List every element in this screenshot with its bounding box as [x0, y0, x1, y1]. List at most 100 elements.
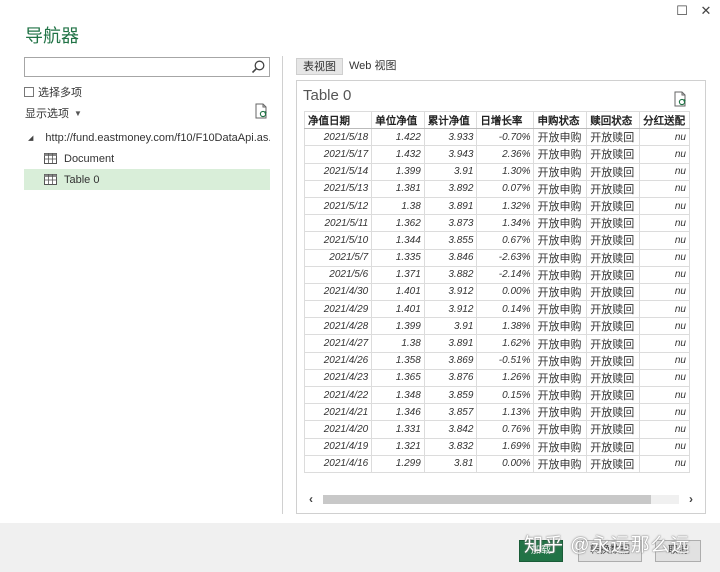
table-cell[interactable]: 开放赎回 — [586, 454, 641, 473]
table-cell[interactable]: 2021/5/13 — [304, 179, 373, 198]
column-header[interactable]: 日增长率 — [476, 111, 535, 130]
table-cell[interactable]: 1.399 — [371, 162, 425, 181]
table-cell[interactable]: 开放申购 — [533, 145, 588, 164]
table-cell[interactable]: 1.32% — [476, 196, 535, 216]
table-cell[interactable]: 3.855 — [423, 231, 478, 250]
table-cell[interactable]: 开放申购 — [533, 300, 588, 319]
table-cell[interactable]: nu — [639, 162, 690, 181]
table-cell[interactable]: -2.14% — [476, 265, 535, 284]
column-header[interactable]: 净值日期 — [304, 111, 373, 130]
table-cell[interactable]: 2021/5/12 — [304, 196, 373, 216]
table-cell[interactable]: 开放赎回 — [586, 282, 641, 302]
column-header[interactable]: 单位净值 — [371, 111, 425, 130]
table-cell[interactable]: 1.422 — [371, 128, 425, 147]
table-cell[interactable]: 1.401 — [371, 282, 425, 302]
table-cell[interactable]: nu — [639, 179, 690, 198]
table-cell[interactable]: 开放赎回 — [586, 334, 641, 353]
scroll-left-icon[interactable]: ‹ — [303, 492, 319, 506]
table-cell[interactable]: 开放赎回 — [586, 403, 641, 422]
table-cell[interactable]: 2021/5/10 — [304, 231, 373, 250]
table-cell[interactable]: 3.857 — [423, 403, 478, 422]
table-cell[interactable]: 2021/4/27 — [304, 334, 373, 353]
display-options-dropdown[interactable]: 显示选项 ▼ — [25, 105, 82, 121]
column-header[interactable]: 累计净值 — [423, 111, 478, 130]
table-cell[interactable]: 1.62% — [476, 334, 535, 353]
maximize-button[interactable]: ☐ — [673, 3, 691, 19]
table-cell[interactable]: 3.832 — [423, 437, 478, 456]
table-cell[interactable]: 3.869 — [423, 351, 478, 370]
table-cell[interactable]: 开放赎回 — [586, 145, 641, 164]
table-cell[interactable]: 3.91 — [423, 162, 478, 181]
table-cell[interactable]: 1.401 — [371, 300, 425, 319]
table-row[interactable]: 2021/5/6 1.371 3.882 -2.14% 开放申购 开放赎回 nu — [304, 265, 690, 284]
table-row[interactable]: 2021/5/7 1.335 3.846 -2.63% 开放申购 开放赎回 nu — [304, 248, 690, 267]
table-cell[interactable]: 1.321 — [371, 437, 425, 456]
table-cell[interactable]: 2021/4/20 — [304, 420, 373, 439]
table-cell[interactable]: 0.14% — [476, 300, 535, 319]
table-cell[interactable]: 1.362 — [371, 214, 425, 233]
table-cell[interactable]: 1.399 — [371, 317, 425, 336]
table-row[interactable]: 2021/5/17 1.432 3.943 2.36% 开放申购 开放赎回 nu — [304, 145, 690, 164]
table-row[interactable]: 2021/4/28 1.399 3.91 1.38% 开放申购 开放赎回 nu — [304, 317, 690, 336]
table-cell[interactable]: -2.63% — [476, 248, 535, 267]
table-row[interactable]: 2021/5/11 1.362 3.873 1.34% 开放申购 开放赎回 nu — [304, 214, 690, 233]
table-cell[interactable]: 3.912 — [423, 282, 478, 302]
table-cell[interactable]: 1.358 — [371, 351, 425, 370]
table-cell[interactable]: nu — [639, 334, 690, 353]
table-cell[interactable]: 2.36% — [476, 145, 535, 164]
table-cell[interactable]: 3.943 — [423, 145, 478, 164]
table-cell[interactable]: 1.365 — [371, 368, 425, 388]
tab-web-view[interactable]: Web 视图 — [343, 58, 402, 75]
table-cell[interactable]: 开放申购 — [533, 214, 588, 233]
table-cell[interactable]: 3.81 — [423, 454, 478, 473]
table-row[interactable]: 2021/4/27 1.38 3.891 1.62% 开放申购 开放赎回 nu — [304, 334, 690, 353]
tree-root-source[interactable]: ◢ http://fund.eastmoney.com/f10/F10DataA… — [24, 127, 270, 148]
table-cell[interactable]: 开放赎回 — [586, 300, 641, 319]
table-cell[interactable]: 开放赎回 — [586, 214, 641, 233]
scroll-track[interactable] — [323, 494, 679, 504]
table-cell[interactable]: 1.26% — [476, 368, 535, 388]
table-cell[interactable]: 开放申购 — [533, 231, 588, 250]
close-button[interactable]: ✕ — [697, 3, 715, 19]
table-cell[interactable]: 2021/5/17 — [304, 145, 373, 164]
table-cell[interactable]: 开放申购 — [533, 162, 588, 181]
table-cell[interactable]: nu — [639, 196, 690, 216]
table-cell[interactable]: 0.15% — [476, 385, 535, 405]
table-cell[interactable]: nu — [639, 265, 690, 284]
table-cell[interactable]: 开放赎回 — [586, 385, 641, 405]
table-cell[interactable]: 开放赎回 — [586, 196, 641, 216]
table-cell[interactable]: nu — [639, 300, 690, 319]
table-cell[interactable]: 1.335 — [371, 248, 425, 267]
table-cell[interactable]: 开放赎回 — [586, 317, 641, 336]
table-cell[interactable]: 开放申购 — [533, 128, 588, 147]
table-cell[interactable]: 2021/4/29 — [304, 300, 373, 319]
table-row[interactable]: 2021/5/18 1.422 3.933 -0.70% 开放申购 开放赎回 nu — [304, 128, 690, 147]
table-cell[interactable]: nu — [639, 317, 690, 336]
table-row[interactable]: 2021/5/14 1.399 3.91 1.30% 开放申购 开放赎回 nu — [304, 162, 690, 181]
table-cell[interactable]: 1.69% — [476, 437, 535, 456]
pane-divider[interactable] — [282, 56, 283, 514]
table-cell[interactable]: nu — [639, 454, 690, 473]
table-cell[interactable]: 1.344 — [371, 231, 425, 250]
table-cell[interactable]: 2021/4/22 — [304, 385, 373, 405]
table-cell[interactable]: 1.381 — [371, 179, 425, 198]
tree-item-document[interactable]: Document — [24, 148, 270, 169]
column-header[interactable]: 分红送配 — [639, 111, 690, 130]
table-cell[interactable]: 3.882 — [423, 265, 478, 284]
table-row[interactable]: 2021/4/30 1.401 3.912 0.00% 开放申购 开放赎回 nu — [304, 282, 690, 302]
table-row[interactable]: 2021/4/16 1.299 3.81 0.00% 开放申购 开放赎回 nu — [304, 454, 690, 473]
table-row[interactable]: 2021/5/12 1.38 3.891 1.32% 开放申购 开放赎回 nu — [304, 196, 690, 216]
table-cell[interactable]: 开放赎回 — [586, 162, 641, 181]
table-row[interactable]: 2021/5/10 1.344 3.855 0.67% 开放申购 开放赎回 nu — [304, 231, 690, 250]
table-cell[interactable]: 2021/4/19 — [304, 437, 373, 456]
table-row[interactable]: 2021/4/23 1.365 3.876 1.26% 开放申购 开放赎回 nu — [304, 368, 690, 388]
table-cell[interactable]: 开放赎回 — [586, 248, 641, 267]
table-cell[interactable]: -0.51% — [476, 351, 535, 370]
table-cell[interactable]: nu — [639, 403, 690, 422]
table-cell[interactable]: nu — [639, 351, 690, 370]
table-row[interactable]: 2021/4/19 1.321 3.832 1.69% 开放申购 开放赎回 nu — [304, 437, 690, 456]
table-row[interactable]: 2021/4/21 1.346 3.857 1.13% 开放申购 开放赎回 nu — [304, 403, 690, 422]
table-row[interactable]: 2021/4/22 1.348 3.859 0.15% 开放申购 开放赎回 nu — [304, 385, 690, 405]
table-cell[interactable]: 开放赎回 — [586, 128, 641, 147]
table-cell[interactable]: 2021/4/28 — [304, 317, 373, 336]
